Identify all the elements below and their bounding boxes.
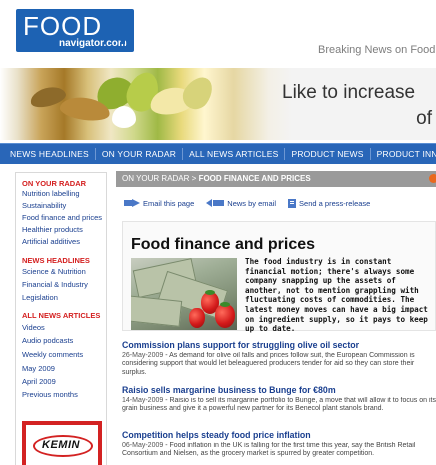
news-title-food-inflation[interactable]: Competition helps steady food price infl… xyxy=(122,430,436,441)
banner-ad[interactable]: Like to increase of xyxy=(0,68,436,140)
breadcrumb: ON YOUR RADAR > FOOD FINANCE AND PRICES xyxy=(116,171,436,187)
news-summary: - Raisio is to sell its margarine portfo… xyxy=(122,397,436,413)
money-strawberries-photo xyxy=(131,258,237,330)
banner-line-2: of xyxy=(416,108,432,129)
sidebar-link-weekly-comments[interactable]: Weekly comments xyxy=(22,350,83,359)
nav-product-news[interactable]: PRODUCT NEWS xyxy=(285,148,371,160)
document-icon xyxy=(288,198,297,208)
news-by-email-label: News by email xyxy=(227,198,277,208)
sidebar-link-may-2009[interactable]: May 2009 xyxy=(22,364,55,373)
main-nav: NEWS HEADLINES ON YOUR RADAR ALL NEWS AR… xyxy=(0,143,436,164)
sidebar-link-food-finance[interactable]: Food finance and prices xyxy=(22,213,102,222)
news-date: 14-May-2009 xyxy=(122,397,164,404)
news-title-olive-oil[interactable]: Commission plans support for struggling … xyxy=(122,340,436,351)
logo-sub-text: navigator.com xyxy=(59,38,127,49)
sidebar-link-financial-industry[interactable]: Financial & Industry xyxy=(22,280,88,289)
breadcrumb-separator: > xyxy=(191,174,197,183)
news-body: 06-May-2009 - Food inflation in the UK i… xyxy=(122,442,436,459)
site-tagline: Breaking News on Food xyxy=(318,44,436,56)
site-header: FOOD navigator.com Breaking News on Food xyxy=(0,0,436,68)
nav-news-headlines[interactable]: NEWS HEADLINES xyxy=(0,148,96,160)
news-item: Commission plans support for struggling … xyxy=(122,340,436,377)
email-page-label: Email this page xyxy=(143,198,195,208)
sidebar: ON YOUR RADAR Nutrition labelling Sustai… xyxy=(15,172,107,465)
news-item: Competition helps steady food price infl… xyxy=(122,430,436,459)
kemin-logo-text: KEMIN xyxy=(42,439,80,451)
banner-food-photo xyxy=(0,68,292,140)
email-page-link[interactable]: Email this page xyxy=(124,199,194,208)
rss-icon[interactable] xyxy=(429,174,436,183)
news-email-icon xyxy=(206,199,225,207)
news-date: 26-May-2009 xyxy=(122,352,164,359)
news-body: 14-May-2009 - Raisio is to sell its marg… xyxy=(122,397,436,414)
banner-line-1: Like to increase xyxy=(282,82,416,103)
sidebar-link-previous-months[interactable]: Previous months xyxy=(22,390,78,399)
nav-on-your-radar[interactable]: ON YOUR RADAR xyxy=(96,148,184,160)
sidebar-section-all-news-articles: ALL NEWS ARTICLES xyxy=(22,311,101,320)
news-summary: - As demand for olive oil falls and pric… xyxy=(122,352,415,376)
sidebar-section-on-your-radar: ON YOUR RADAR xyxy=(22,179,87,188)
main-content: ON YOUR RADAR > FOOD FINANCE AND PRICES … xyxy=(116,171,436,465)
nav-product-innovations[interactable]: PRODUCT INNOVATIONS xyxy=(371,148,436,160)
kemin-logo: KEMIN xyxy=(33,435,93,457)
press-release-label: Send a press-release xyxy=(299,198,371,208)
sidebar-link-science-nutrition[interactable]: Science & Nutrition xyxy=(22,267,86,276)
breadcrumb-parent[interactable]: ON YOUR RADAR xyxy=(122,174,189,183)
banner-headline: Like to increase of xyxy=(282,80,436,132)
sidebar-link-healthier-products[interactable]: Healthier products xyxy=(22,225,83,234)
news-title-raisio[interactable]: Raisio sells margarine business to Bunge… xyxy=(122,385,436,396)
kemin-ad[interactable]: KEMIN xyxy=(22,421,102,465)
intro-box: Food finance and prices The food industr… xyxy=(122,221,436,334)
intro-text: The food industry is in constant financi… xyxy=(245,257,428,334)
sidebar-section-news-headlines: NEWS HEADLINES xyxy=(22,256,90,265)
sidebar-link-videos[interactable]: Videos xyxy=(22,323,45,332)
sidebar-link-sustainability[interactable]: Sustainability xyxy=(22,201,66,210)
page-tools: Email this page News by email Send a pre… xyxy=(124,197,382,209)
news-body: 26-May-2009 - As demand for olive oil fa… xyxy=(122,352,436,377)
press-release-link[interactable]: Send a press-release xyxy=(288,198,371,208)
email-arrow-icon xyxy=(124,199,140,207)
foodnavigator-logo[interactable]: FOOD navigator.com xyxy=(16,9,134,52)
logo-squares-decoration xyxy=(121,40,135,52)
news-by-email-link[interactable]: News by email xyxy=(206,199,276,208)
news-date: 06-May-2009 xyxy=(122,442,164,449)
sidebar-link-artificial-additives[interactable]: Artificial additives xyxy=(22,237,80,246)
news-summary: - Food inflation in the UK is falling fo… xyxy=(122,442,416,458)
sidebar-link-april-2009[interactable]: April 2009 xyxy=(22,377,56,386)
sidebar-link-nutrition-labelling[interactable]: Nutrition labelling xyxy=(22,189,80,198)
page-title: Food finance and prices xyxy=(131,236,316,253)
news-item: Raisio sells margarine business to Bunge… xyxy=(122,385,436,414)
nav-all-news-articles[interactable]: ALL NEWS ARTICLES xyxy=(183,148,286,160)
breadcrumb-current: FOOD FINANCE AND PRICES xyxy=(198,174,311,183)
sidebar-link-legislation[interactable]: Legislation xyxy=(22,293,58,302)
sidebar-link-audio-podcasts[interactable]: Audio podcasts xyxy=(22,336,73,345)
